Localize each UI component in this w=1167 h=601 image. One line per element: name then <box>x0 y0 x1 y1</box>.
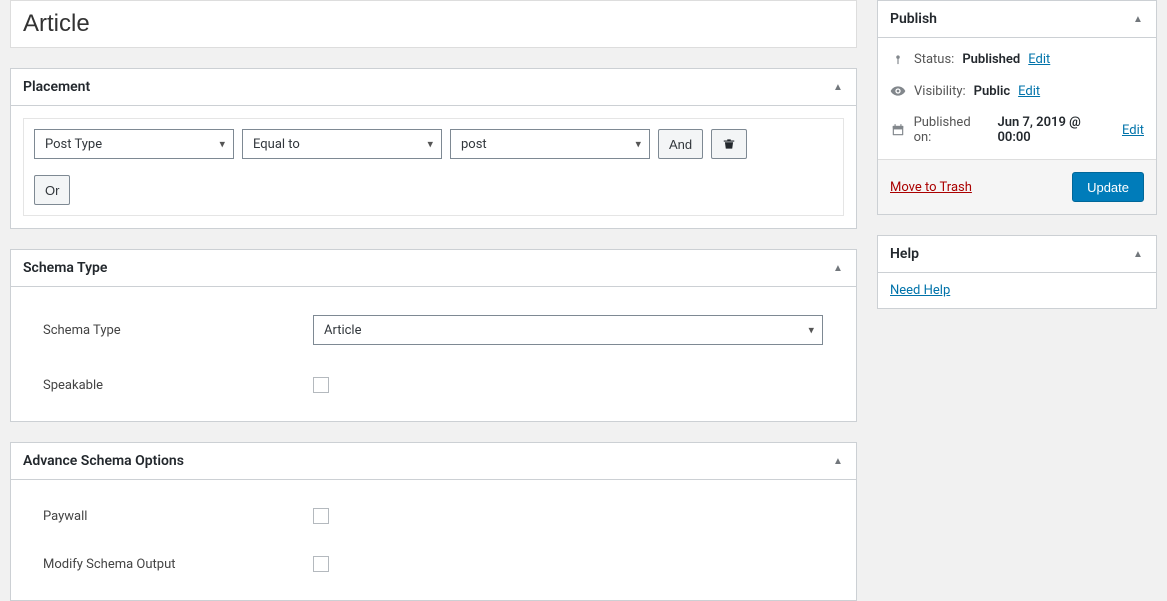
paywall-label: Paywall <box>43 509 313 524</box>
paywall-row: Paywall <box>23 492 844 540</box>
published-label: Published on: <box>914 115 990 145</box>
speakable-label: Speakable <box>43 378 313 393</box>
schema-type-select[interactable]: Article <box>313 315 823 345</box>
title-field-wrap <box>10 0 857 48</box>
speakable-checkbox[interactable] <box>313 377 329 393</box>
collapse-toggle[interactable]: ▲ <box>820 69 856 105</box>
panel-title: Advance Schema Options <box>11 443 196 479</box>
edit-published-link[interactable]: Edit <box>1122 123 1144 138</box>
calendar-icon <box>890 123 906 137</box>
panel-header: Advance Schema Options ▲ <box>11 443 856 480</box>
publish-panel: Publish ▲ Status: Published Edit Visibil… <box>877 0 1157 215</box>
paywall-checkbox[interactable] <box>313 508 329 524</box>
rule-field-select[interactable]: Post Type <box>34 129 234 159</box>
advanced-schema-panel: Advance Schema Options ▲ Paywall Modify … <box>10 442 857 601</box>
panel-title: Placement <box>11 69 102 105</box>
pin-icon <box>890 53 906 67</box>
published-on-row: Published on: Jun 7, 2019 @ 00:00 Edit <box>878 107 1156 153</box>
placement-panel: Placement ▲ Post Type Equal to post And … <box>10 68 857 229</box>
collapse-toggle[interactable]: ▲ <box>820 250 856 286</box>
rule-operator-select[interactable]: Equal to <box>242 129 442 159</box>
visibility-value: Public <box>974 84 1010 99</box>
collapse-toggle[interactable]: ▲ <box>1120 236 1156 272</box>
edit-status-link[interactable]: Edit <box>1028 52 1050 67</box>
speakable-row: Speakable <box>23 361 844 409</box>
title-input[interactable] <box>23 4 844 44</box>
published-value: Jun 7, 2019 @ 00:00 <box>997 115 1114 145</box>
delete-rule-button[interactable] <box>711 129 747 159</box>
schema-type-panel: Schema Type ▲ Schema Type Article Speaka… <box>10 249 857 422</box>
rule-value-select[interactable]: post <box>450 129 650 159</box>
update-button[interactable]: Update <box>1072 172 1144 202</box>
panel-header: Publish ▲ <box>878 1 1156 38</box>
status-row: Status: Published Edit <box>878 44 1156 75</box>
status-label: Status: <box>914 52 954 67</box>
placement-rule-row: Post Type Equal to post And Or <box>23 118 844 216</box>
trash-icon <box>722 137 736 151</box>
panel-title: Publish <box>878 1 949 37</box>
eye-icon <box>890 83 906 99</box>
panel-title: Schema Type <box>11 250 119 286</box>
modify-output-checkbox[interactable] <box>313 556 329 572</box>
publish-actions: Move to Trash Update <box>878 159 1156 214</box>
schema-type-row: Schema Type Article <box>23 299 844 361</box>
collapse-toggle[interactable]: ▲ <box>1120 1 1156 37</box>
visibility-label: Visibility: <box>914 84 966 99</box>
panel-header: Placement ▲ <box>11 69 856 106</box>
collapse-toggle[interactable]: ▲ <box>820 443 856 479</box>
need-help-link[interactable]: Need Help <box>878 273 1156 308</box>
help-panel: Help ▲ Need Help <box>877 235 1157 309</box>
panel-header: Help ▲ <box>878 236 1156 273</box>
or-button[interactable]: Or <box>34 175 70 205</box>
panel-header: Schema Type ▲ <box>11 250 856 287</box>
status-value: Published <box>962 52 1020 67</box>
visibility-row: Visibility: Public Edit <box>878 75 1156 107</box>
move-to-trash-link[interactable]: Move to Trash <box>890 180 972 195</box>
panel-title: Help <box>878 236 931 272</box>
schema-type-label: Schema Type <box>43 323 313 338</box>
edit-visibility-link[interactable]: Edit <box>1018 84 1040 99</box>
modify-output-label: Modify Schema Output <box>43 557 313 572</box>
and-button[interactable]: And <box>658 129 703 159</box>
